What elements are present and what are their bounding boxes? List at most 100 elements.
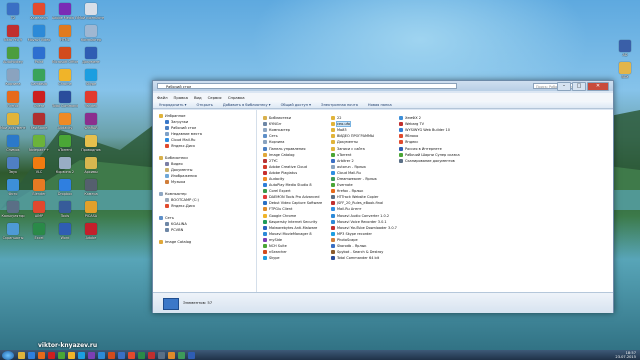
desktop-icon[interactable]: Мои документы xyxy=(0,113,26,130)
taskbar-app-icon[interactable] xyxy=(18,351,25,359)
nav-item[interactable]: Избранное xyxy=(159,114,185,118)
maximize-button[interactable]: □ xyxy=(572,82,586,91)
desktop-icon[interactable]: Хамелеон xyxy=(26,3,52,20)
nav-item[interactable]: Яндекс.Диск xyxy=(165,144,195,148)
taskbar-app-icon[interactable] xyxy=(58,351,65,359)
desktop-icon[interactable]: Word xyxy=(52,223,78,240)
open-button[interactable]: Открыть xyxy=(196,103,212,107)
desktop-icon[interactable]: Скриншоты xyxy=(0,223,26,240)
taskbar-app-icon[interactable] xyxy=(68,351,75,359)
desktop-icon[interactable]: HTML xyxy=(52,25,78,42)
taskbar-app-icon[interactable] xyxy=(158,351,165,359)
add-to-library-button[interactable]: Добавить в библиотеку ▾ xyxy=(223,103,271,107)
address-bar[interactable]: Рабочий стол xyxy=(157,83,457,89)
desktop-icon[interactable]: PICASA xyxy=(78,201,104,218)
desktop-icon[interactable]: Фото xyxy=(0,179,26,196)
share-button[interactable]: Общий доступ ▾ xyxy=(281,103,311,107)
nav-item[interactable]: BOOTCAMP (C:) xyxy=(165,198,199,202)
taskbar-app-icon[interactable] xyxy=(48,351,55,359)
desktop-icon[interactable]: Microsoft Office xyxy=(52,47,78,64)
taskbar-app-icon[interactable] xyxy=(118,351,125,359)
menu-edit[interactable]: Правка xyxy=(174,95,188,100)
desktop-icon[interactable]: Yandex xyxy=(78,91,104,108)
taskbar-app-icon[interactable] xyxy=(188,351,195,359)
nav-item[interactable]: Недавние места xyxy=(165,132,202,136)
desktop-icon[interactable]: Tools xyxy=(52,201,78,218)
desktop-icon[interactable]: Архивы xyxy=(78,157,104,174)
taskbar-app-icon[interactable] xyxy=(138,351,145,359)
menu-help[interactable]: Справка xyxy=(228,95,245,100)
taskbar-app-icon[interactable] xyxy=(128,351,135,359)
taskbar-app-icon[interactable] xyxy=(98,351,105,359)
nav-item[interactable]: Сеть xyxy=(159,216,174,220)
nav-item[interactable]: KGALINA xyxy=(165,222,187,226)
desktop-icon[interactable]: Movavi Video xyxy=(26,25,52,42)
window-titlebar[interactable]: Рабочий стол Поиск: Рабочий стол – □ ✕ xyxy=(153,81,613,91)
desktop-icon[interactable]: Notepad++ xyxy=(26,135,52,152)
file-item[interactable]: Total Commander 64 bit xyxy=(331,255,397,261)
desktop-icon[interactable]: Opera xyxy=(26,91,52,108)
nav-item[interactable]: Cloud Mail.Ru xyxy=(165,138,195,142)
desktop-icon[interactable]: Т2 xyxy=(0,3,26,20)
taskbar-app-icon[interactable] xyxy=(28,351,35,359)
desktop-icon[interactable]: Мой компьютер xyxy=(78,3,104,20)
desktop-icon[interactable]: Excel xyxy=(26,223,52,240)
taskbar-app-icon[interactable] xyxy=(148,351,155,359)
desktop-icon[interactable]: Skype xyxy=(78,69,104,86)
desktop-icon[interactable]: Документ xyxy=(78,47,104,64)
desktop-icon[interactable]: Корзина xyxy=(0,69,26,86)
nav-item[interactable]: Музыка xyxy=(165,180,185,184)
menu-view[interactable]: Вид xyxy=(194,95,202,100)
desktop-icon[interactable]: Adobe xyxy=(78,223,104,240)
email-button[interactable]: Электронная почта xyxy=(321,103,358,107)
close-button[interactable]: ✕ xyxy=(587,82,609,91)
desktop-icon[interactable]: Dropbox xyxy=(52,179,78,196)
nav-item[interactable]: Библиотеки xyxy=(159,156,188,160)
taskbar-app-icon[interactable] xyxy=(108,351,115,359)
desktop-icon[interactable]: Корзина 2 xyxy=(52,157,78,174)
organize-button[interactable]: Упорядочить ▾ xyxy=(159,103,186,107)
nav-item[interactable]: Компьютер xyxy=(159,192,187,196)
desktop-icon[interactable]: uTorrent xyxy=(52,135,78,152)
file-item[interactable]: Skype xyxy=(263,255,322,261)
taskbar-app-icon[interactable] xyxy=(78,351,85,359)
desktop-icon[interactable]: VLC xyxy=(26,157,52,174)
desktop-icon[interactable]: Снимок xyxy=(0,135,26,152)
desktop-icon[interactable]: WinRAR xyxy=(78,113,104,130)
desktop-icon[interactable]: Проводник xyxy=(78,135,104,152)
start-button[interactable] xyxy=(2,350,14,360)
taskbar-app-icon[interactable] xyxy=(178,351,185,359)
desktop-icon[interactable]: Blender xyxy=(26,179,52,196)
desktop-icon[interactable]: Компьютер xyxy=(78,25,104,42)
nav-item[interactable]: PCVBN xyxy=(165,228,183,232)
system-clock[interactable]: 18:57 23.07.2015 xyxy=(615,351,636,359)
desktop-icon[interactable]: AD xyxy=(612,40,638,57)
desktop-icon[interactable]: Камера xyxy=(78,179,104,196)
new-folder-button[interactable]: Новая папка xyxy=(368,103,392,107)
nav-item[interactable]: Загрузки xyxy=(165,120,188,124)
desktop-icon[interactable]: FastStone xyxy=(26,113,52,130)
nav-item[interactable]: Изображения xyxy=(165,174,197,178)
nav-item[interactable]: Image Catalog xyxy=(159,240,191,244)
desktop-icon[interactable]: Chrome xyxy=(52,69,78,86)
taskbar-app-icon[interactable] xyxy=(168,351,175,359)
desktop-icon[interactable]: AutoHotkey xyxy=(0,47,26,64)
file-item[interactable]: Сканирование документов xyxy=(399,158,460,164)
taskbar-app-icon[interactable] xyxy=(88,351,95,359)
taskbar-app-icon[interactable] xyxy=(38,351,45,359)
desktop-icon[interactable]: Nitro Pro 9 xyxy=(0,25,26,42)
desktop-icon[interactable]: AIMP xyxy=(26,201,52,218)
desktop-icon[interactable]: Audacity xyxy=(52,113,78,130)
menu-file[interactable]: Файл xyxy=(157,95,168,100)
nav-item[interactable]: Видео xyxy=(165,162,183,166)
desktop-icon[interactable]: Camtasia xyxy=(26,69,52,86)
desktop-icon[interactable]: Калькулятор xyxy=(0,201,26,218)
desktop-icon[interactable]: Adobe Media Encoder xyxy=(52,3,78,20)
desktop-icon[interactable]: Paint xyxy=(26,47,52,64)
nav-item[interactable]: Документы xyxy=(165,168,193,172)
minimize-button[interactable]: – xyxy=(557,82,571,91)
menu-tools[interactable]: Сервис xyxy=(208,95,222,100)
desktop-icon[interactable]: Total Commander xyxy=(52,91,78,108)
desktop-icon[interactable]: BOX xyxy=(612,62,638,79)
nav-item[interactable]: Рабочий стол xyxy=(165,126,196,130)
